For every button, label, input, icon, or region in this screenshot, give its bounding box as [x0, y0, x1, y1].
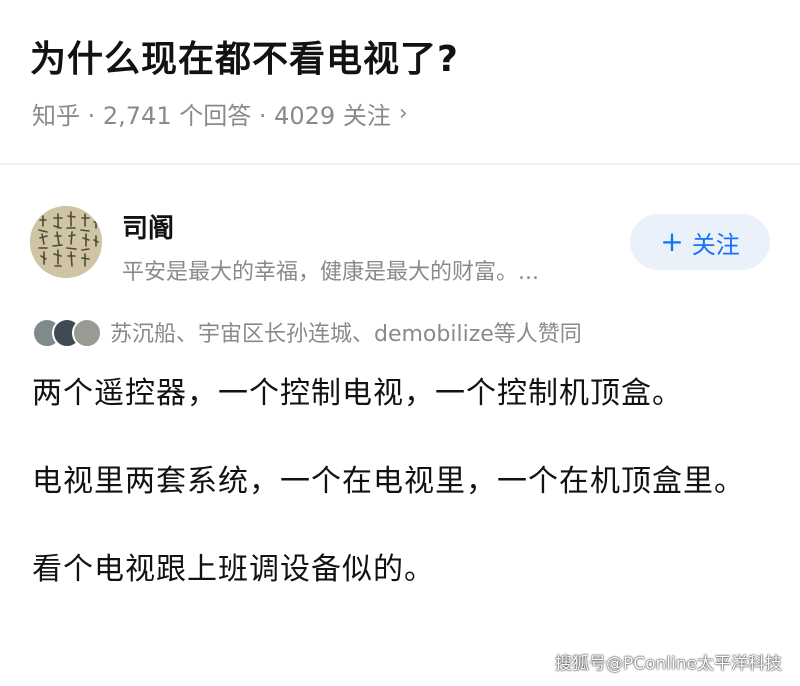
- answer-paragraph: 两个遥控器，一个控制电视，一个控制机顶盒。: [32, 376, 683, 411]
- follow-button-label: 关注: [691, 230, 740, 259]
- watermark: 搜狐号@PConline太平洋科技: [555, 654, 782, 674]
- answer-paragraph: 看个电视跟上班调设备似的。: [32, 552, 435, 587]
- author-name[interactable]: 司阍: [122, 208, 174, 245]
- plus-icon: +: [660, 225, 684, 258]
- calligraphy-avatar-icon: [30, 206, 102, 278]
- answer-content: 两个遥控器，一个控制电视，一个控制机顶盒。 电视里两套系统，一个在电视里，一个在…: [32, 372, 772, 592]
- question-meta-text: 知乎 · 2,741 个回答 · 4029 关注: [32, 102, 391, 130]
- author-bio: 平安是最大的幸福，健康是最大的财富。...: [122, 260, 539, 285]
- chevron-right-icon: ›: [398, 101, 408, 126]
- voters-text[interactable]: 苏沉船、宇宙区长孙连城、demobilize等人赞同: [110, 316, 582, 348]
- answer-paragraph: 电视里两套系统，一个在电视里，一个在机顶盒里。: [32, 464, 745, 499]
- question-title[interactable]: 为什么现在都不看电视了?: [30, 30, 459, 82]
- follow-button[interactable]: + 关注: [630, 214, 770, 270]
- question-meta[interactable]: 知乎 · 2,741 个回答 · 4029 关注 ›: [32, 96, 408, 131]
- divider: [0, 163, 800, 165]
- avatar[interactable]: [30, 206, 102, 278]
- voter-avatar: [72, 318, 102, 348]
- voter-avatars[interactable]: [32, 318, 104, 348]
